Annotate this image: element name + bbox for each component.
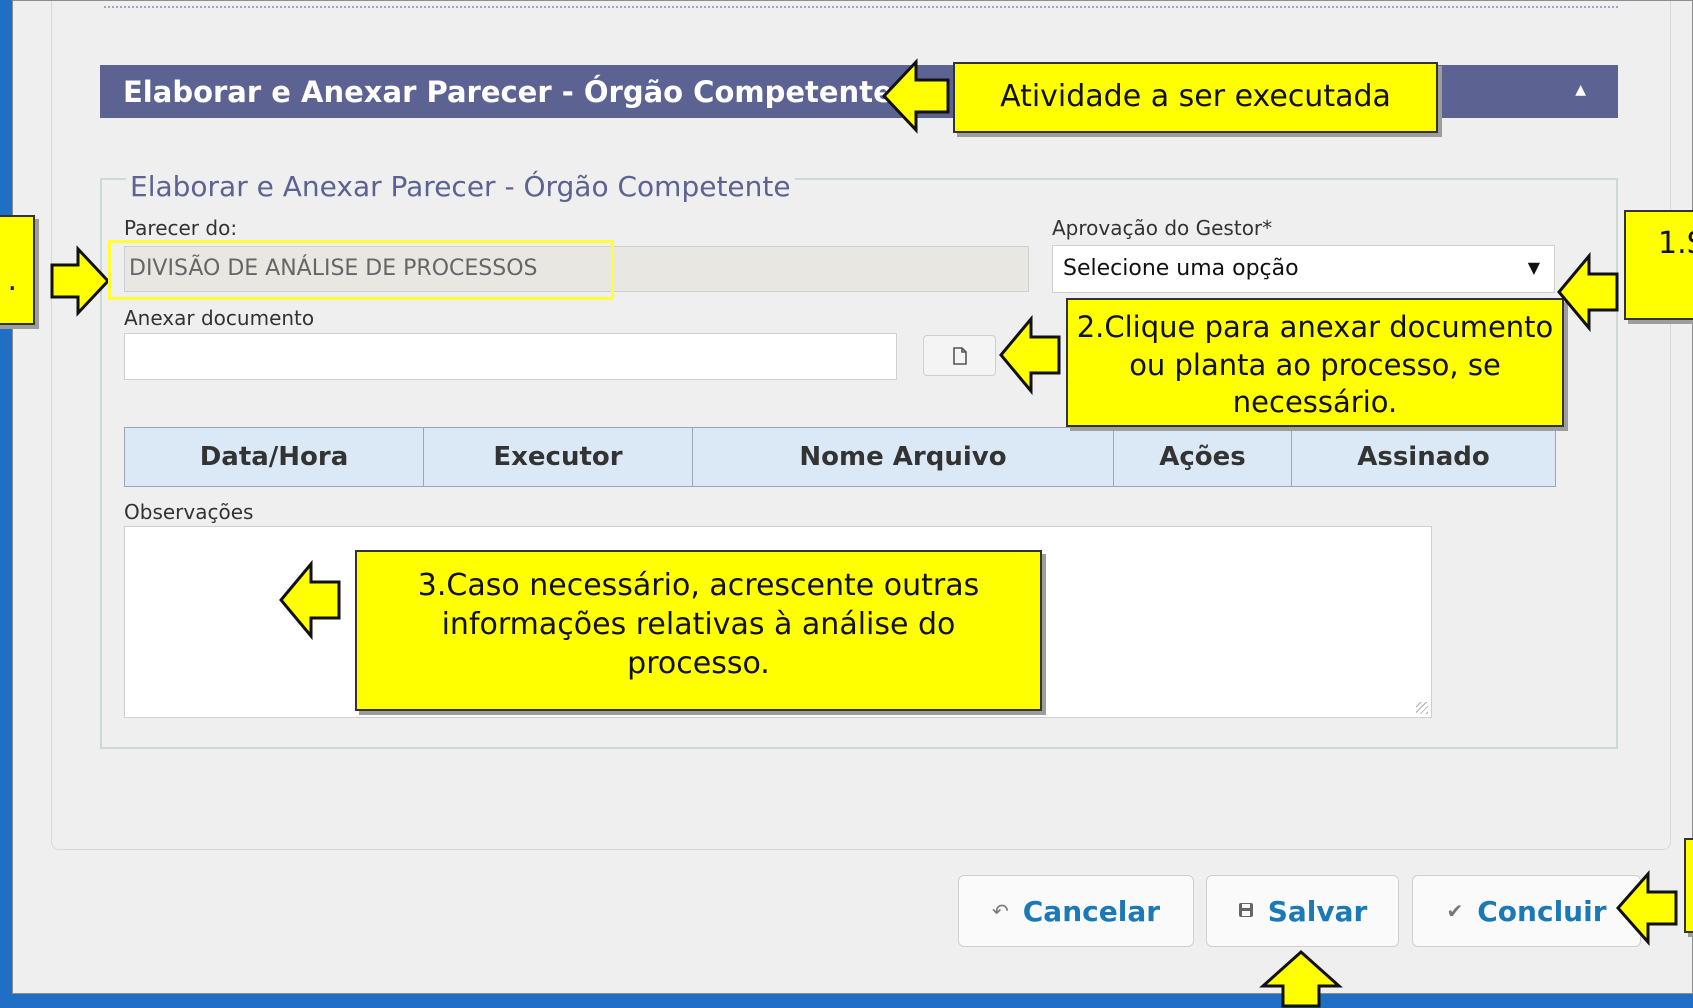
aprovacao-label: Aprovação do Gestor*: [1052, 216, 1273, 240]
arrow-left-icon: [999, 315, 1061, 395]
table-header-row: Data/Hora Executor Nome Arquivo Ações As…: [124, 427, 1556, 487]
attach-button[interactable]: [923, 335, 996, 376]
arrow-right-icon: [50, 245, 111, 317]
cancel-button[interactable]: ↶ Cancelar: [958, 875, 1194, 947]
arrow-left-icon: [1557, 252, 1619, 332]
attach-file-input[interactable]: [124, 333, 897, 380]
aprovacao-select[interactable]: Selecione uma opção ▼: [1052, 245, 1555, 293]
document-icon: [952, 346, 967, 365]
arrow-up-icon: [1259, 949, 1343, 1008]
callout-step1-partial: 1.S: [1624, 210, 1693, 320]
highlight-box: [108, 240, 614, 300]
resize-handle[interactable]: [1416, 702, 1428, 714]
column-header[interactable]: Data/Hora: [124, 427, 424, 487]
callout-left-partial: .: [0, 215, 35, 325]
conclude-button-label: Concluir: [1477, 894, 1607, 928]
caret-up-icon[interactable]: ▲: [1575, 82, 1586, 98]
fieldset-legend: Elaborar e Anexar Parecer - Órgão Compet…: [126, 170, 795, 203]
callout-step3: 3.Caso necessário, acrescente outras inf…: [355, 550, 1042, 711]
observacoes-label: Observações: [124, 500, 254, 524]
callout-step2: 2.Clique para anexar documento ou planta…: [1066, 298, 1564, 427]
cancel-button-label: Cancelar: [1022, 894, 1161, 928]
top-divider: [104, 6, 1618, 8]
caret-down-icon: ▼: [1527, 258, 1540, 277]
section-title: Elaborar e Anexar Parecer - Órgão Compet…: [123, 75, 893, 109]
arrow-left-icon: [1615, 870, 1678, 946]
undo-arrow-icon: ↶: [991, 899, 1009, 923]
documents-table: Data/Hora Executor Nome Arquivo Ações As…: [124, 427, 1556, 487]
floppy-disk-icon: [1238, 899, 1254, 923]
column-header[interactable]: Nome Arquivo: [692, 427, 1114, 487]
arrow-left-icon: [279, 560, 341, 640]
save-button[interactable]: Salvar: [1206, 875, 1399, 947]
arrow-left-icon: [881, 58, 950, 134]
checkmark-icon: ✔: [1446, 899, 1464, 923]
callout-right-bottom-partial: [1684, 838, 1693, 933]
save-button-label: Salvar: [1267, 894, 1368, 928]
column-header[interactable]: Ações: [1113, 427, 1292, 487]
column-header[interactable]: Assinado: [1291, 427, 1556, 487]
parecer-label: Parecer do:: [124, 216, 238, 240]
aprovacao-select-value: Selecione uma opção: [1063, 256, 1299, 281]
conclude-button[interactable]: ✔ Concluir: [1412, 875, 1641, 947]
anexar-label: Anexar documento: [124, 306, 315, 330]
column-header[interactable]: Executor: [423, 427, 693, 487]
callout-activity: Atividade a ser executada: [953, 62, 1438, 133]
